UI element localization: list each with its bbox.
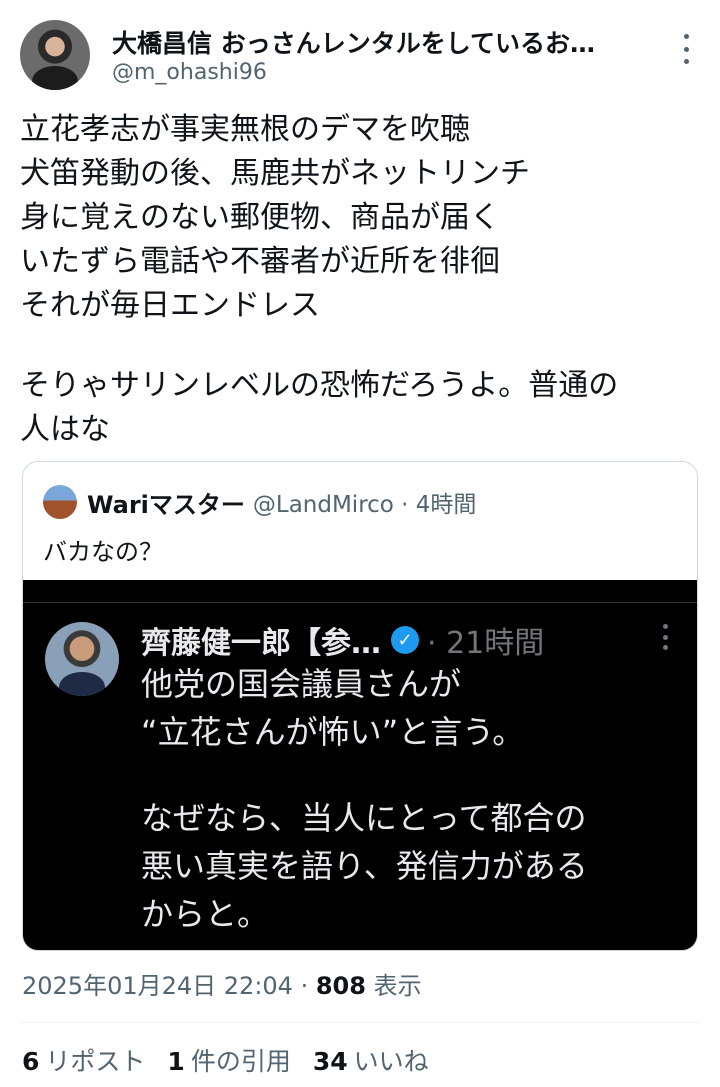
inner-tweet-header: 齊藤健一郎【参… ✓ · 21時間 bbox=[141, 618, 544, 662]
quoted-author-name[interactable]: Wariマスター bbox=[87, 485, 245, 520]
tweet-line: そりゃサリンレベルの恐怖だろうよ。普通の bbox=[20, 368, 619, 403]
inner-more-options-icon bbox=[661, 624, 669, 650]
view-label: 表示 bbox=[365, 972, 422, 1000]
inner-tweet-time: · 21時間 bbox=[427, 626, 545, 661]
verified-badge-icon: ✓ bbox=[391, 626, 419, 654]
like-count: 34 bbox=[312, 1047, 348, 1076]
inner-tweet-line: 悪い真実を語り、発信力がある bbox=[141, 847, 588, 885]
tweet-line: 身に覚えのない郵便物、商品が届く bbox=[20, 200, 500, 235]
timestamp-text: 2025年01月24日 22:04 · bbox=[22, 972, 316, 1000]
more-options-icon[interactable] bbox=[680, 34, 692, 64]
repost-count: 6 bbox=[22, 1047, 40, 1076]
like-stat[interactable]: 34 いいね bbox=[313, 1042, 429, 1078]
author-handle[interactable]: @m_ohashi96 bbox=[112, 60, 267, 85]
repost-stat[interactable]: 6 リポスト bbox=[22, 1042, 145, 1078]
like-label: いいね bbox=[353, 1047, 429, 1076]
quoted-tweet[interactable]: Wariマスター @LandMirco · 4時間 バカなの？ 齊藤健一郎【参…… bbox=[22, 461, 698, 951]
tweet-line: いたずら電話や不審者が近所を徘徊 bbox=[20, 244, 500, 279]
image-divider bbox=[23, 602, 697, 603]
quote-count: 1 bbox=[167, 1047, 185, 1076]
quote-stat[interactable]: 1 件の引用 bbox=[167, 1042, 290, 1078]
tweet-text: 立花孝志が事実無根のデマを吹聴 犬笛発動の後、馬鹿共がネットリンチ 身に覚えのな… bbox=[20, 108, 700, 452]
inner-tweet-line: からと。 bbox=[141, 895, 270, 933]
quote-label: 件の引用 bbox=[190, 1047, 291, 1076]
inner-tweet-text: 他党の国会議員さんが “立花さんが怖い”と言う。 なぜなら、当人にとって都合の … bbox=[141, 660, 588, 938]
author-display-name[interactable]: 大橋昌信 おっさんレンタルをしているお… bbox=[112, 24, 652, 60]
tweet-timestamp[interactable]: 2025年01月24日 22:04 · 808 表示 bbox=[22, 966, 422, 1001]
quoted-author-meta: @LandMirco · 4時間 bbox=[252, 492, 477, 518]
tweet-header: 大橋昌信 おっさんレンタルをしているお… @m_ohashi96 bbox=[20, 20, 700, 92]
inner-paragraph-gap bbox=[141, 756, 588, 794]
tweet-line: 立花孝志が事実無根のデマを吹聴 bbox=[20, 112, 470, 147]
author-avatar[interactable] bbox=[20, 20, 90, 90]
inner-author-avatar bbox=[45, 622, 119, 696]
engagement-stats: 6 リポスト 1 件の引用 34 いいね bbox=[22, 1042, 429, 1078]
quoted-author-avatar[interactable] bbox=[43, 485, 77, 519]
inner-author-name: 齊藤健一郎【参… bbox=[141, 626, 381, 661]
inner-tweet-line: なぜなら、当人にとって都合の bbox=[141, 799, 587, 837]
stats-divider bbox=[20, 1022, 700, 1023]
repost-label: リポスト bbox=[45, 1047, 146, 1076]
quoted-tweet-header: Wariマスター @LandMirco · 4時間 bbox=[43, 484, 476, 520]
quoted-tweet-text: バカなの？ bbox=[43, 538, 163, 566]
quoted-screenshot-image[interactable]: 齊藤健一郎【参… ✓ · 21時間 他党の国会議員さんが “立花さんが怖い”と言… bbox=[23, 580, 697, 950]
tweet-line: 人はな bbox=[20, 412, 110, 447]
view-count: 808 bbox=[315, 972, 366, 1000]
tweet-line: 犬笛発動の後、馬鹿共がネットリンチ bbox=[20, 156, 530, 191]
inner-tweet-line: 他党の国会議員さんが bbox=[141, 665, 462, 703]
tweet-line: それが毎日エンドレス bbox=[20, 288, 320, 323]
inner-tweet-line: “立花さんが怖い”と言う。 bbox=[141, 713, 525, 751]
